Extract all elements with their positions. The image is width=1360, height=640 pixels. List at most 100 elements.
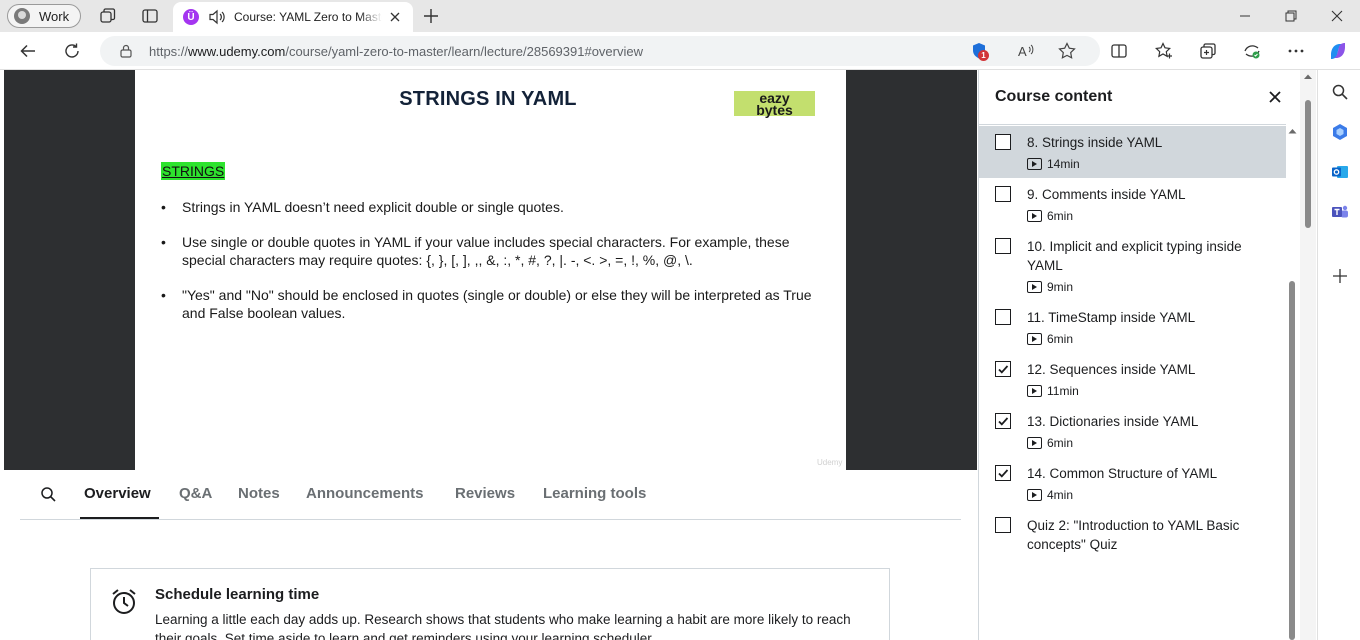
refresh-icon[interactable] [62,41,82,61]
slide-bullet: "Yes" and "No" should be enclosed in quo… [161,286,821,322]
address-bar[interactable]: https://www.udemy.com/course/yaml-zero-t… [100,36,1100,66]
lesson-item[interactable]: 13. Dictionaries inside YAML 6min [979,405,1286,457]
avatar [14,8,30,24]
close-panel-icon[interactable] [1267,89,1283,110]
minimize-icon[interactable] [1235,6,1255,26]
lesson-title: 12. Sequences inside YAML [1027,362,1196,377]
lesson-meta: 6min [1027,209,1276,223]
teams-icon[interactable] [1330,202,1350,222]
lesson-title: 14. Common Structure of YAML [1027,466,1218,481]
lesson-checkbox[interactable] [995,465,1011,481]
search-icon[interactable] [40,486,57,508]
copilot-icon[interactable] [1327,40,1349,62]
lecture-slide: STRINGS IN YAML eazybytes STRINGS String… [135,70,846,470]
udemy-watermark: Udemy [817,458,843,467]
lock-icon[interactable] [120,44,132,63]
close-tab-icon[interactable] [388,10,402,24]
slide-bullets: Strings in YAML doesn’t need explicit do… [161,198,821,339]
more-menu-icon[interactable] [1287,42,1305,60]
add-sidebar-app-icon[interactable] [1330,266,1350,286]
speaker-icon[interactable] [208,9,226,25]
workspaces-icon[interactable] [98,6,118,26]
lesson-item[interactable]: 14. Common Structure of YAML 4min [979,457,1286,509]
lesson-checkbox[interactable] [995,361,1011,377]
read-aloud-icon[interactable]: A [1017,42,1035,60]
lesson-meta: 4min [1027,488,1276,502]
lesson-title: 10. Implicit and explicit typing inside … [1027,239,1242,273]
course-content-panel: Course content 8. Strings inside YAML 14m… [978,70,1298,640]
browser-toolbar: https://www.udemy.com/course/yaml-zero-t… [0,32,1360,70]
checkmark-icon [998,469,1009,478]
outlook-icon[interactable] [1330,162,1350,182]
back-icon[interactable] [18,41,38,61]
lesson-checkbox[interactable] [995,186,1011,202]
slide-bullet: Strings in YAML doesn’t need explicit do… [161,198,821,216]
restore-icon[interactable] [1281,6,1301,26]
new-tab-icon[interactable] [421,6,441,26]
active-tab-indicator [80,517,159,519]
lesson-checkbox[interactable] [995,309,1011,325]
lesson-title: 11. TimeStamp inside YAML [1027,310,1196,325]
url-text[interactable]: https://www.udemy.com/course/yaml-zero-t… [149,44,643,59]
schedule-text: Learning a little each day adds up. Rese… [155,612,851,640]
lesson-duration: 9min [1047,280,1074,294]
extension-badge: 1 [978,50,989,61]
sidebar-search-icon[interactable] [1330,82,1350,102]
video-play-icon [1027,333,1042,345]
schedule-learning-card: Schedule learning time Learning a little… [90,568,890,640]
profile-button[interactable]: Work [7,4,81,28]
lesson-item[interactable]: Quiz 2: "Introduction to YAML Basic conc… [979,509,1286,561]
page-scrollbar[interactable] [1300,70,1316,640]
lesson-title: 8. Strings inside YAML [1027,135,1163,150]
panel-title: Course content [995,88,1113,105]
scrollbar-thumb[interactable] [1305,100,1311,228]
video-play-icon [1027,281,1042,293]
lesson-item[interactable]: 9. Comments inside YAML 6min [979,178,1286,230]
lesson-meta: 11min [1027,384,1276,398]
lesson-list-scrollbar[interactable] [1288,126,1297,640]
favorites-icon[interactable] [1155,42,1173,60]
lesson-checkbox[interactable] [995,517,1011,533]
video-play-icon [1027,158,1042,170]
lesson-duration: 11min [1047,384,1079,398]
lesson-checkbox[interactable] [995,413,1011,429]
video-play-icon [1027,489,1042,501]
lesson-meta: 14min [1027,157,1276,171]
profile-name: Work [39,8,70,24]
lesson-duration: 6min [1047,209,1074,223]
lesson-item[interactable]: 8. Strings inside YAML 14min [979,126,1286,178]
checkmark-icon [998,365,1009,374]
tab-learning-tools[interactable]: Learning tools [543,485,646,502]
close-window-icon[interactable] [1327,6,1347,26]
tab-udemy-course[interactable]: Ü Course: YAML Zero to Master | Udemy [173,2,413,32]
tab-announcements[interactable]: Announcements [306,485,424,502]
copilot-sidebar-icon[interactable] [1330,122,1350,142]
panel-header: Course content [979,70,1286,125]
browser-essentials-icon[interactable] [1243,42,1261,60]
favorite-star-icon[interactable] [1058,42,1076,60]
tab-reviews[interactable]: Reviews [455,485,515,502]
lesson-checkbox[interactable] [995,238,1011,254]
scrollbar-thumb[interactable] [1289,281,1295,640]
tab-qa[interactable]: Q&A [179,485,212,502]
schedule-title: Schedule learning time [155,586,320,603]
extension-shield-icon[interactable]: 1 [970,42,989,61]
lesson-checkbox[interactable] [995,134,1011,150]
video-player[interactable]: STRINGS IN YAML eazybytes STRINGS String… [4,70,977,470]
lesson-item[interactable]: 11. TimeStamp inside YAML 6min [979,301,1286,353]
lesson-duration: 6min [1047,436,1074,450]
lesson-duration: 6min [1047,332,1074,346]
lesson-item[interactable]: 12. Sequences inside YAML 11min [979,353,1286,405]
udemy-favicon-icon: Ü [183,9,199,25]
tab-overview[interactable]: Overview [84,485,151,502]
collections-icon[interactable] [1199,42,1217,60]
vertical-tabs-icon[interactable] [140,6,160,26]
lesson-item[interactable]: 10. Implicit and explicit typing inside … [979,230,1286,301]
lesson-duration: 14min [1047,157,1080,171]
tab-title: Course: YAML Zero to Master | Udemy [234,10,382,24]
video-play-icon [1027,437,1042,449]
slide-bullet: Use single or double quotes in YAML if y… [161,233,821,269]
tab-notes[interactable]: Notes [238,485,280,502]
lesson-meta: 6min [1027,332,1276,346]
split-screen-icon[interactable] [1110,42,1128,60]
